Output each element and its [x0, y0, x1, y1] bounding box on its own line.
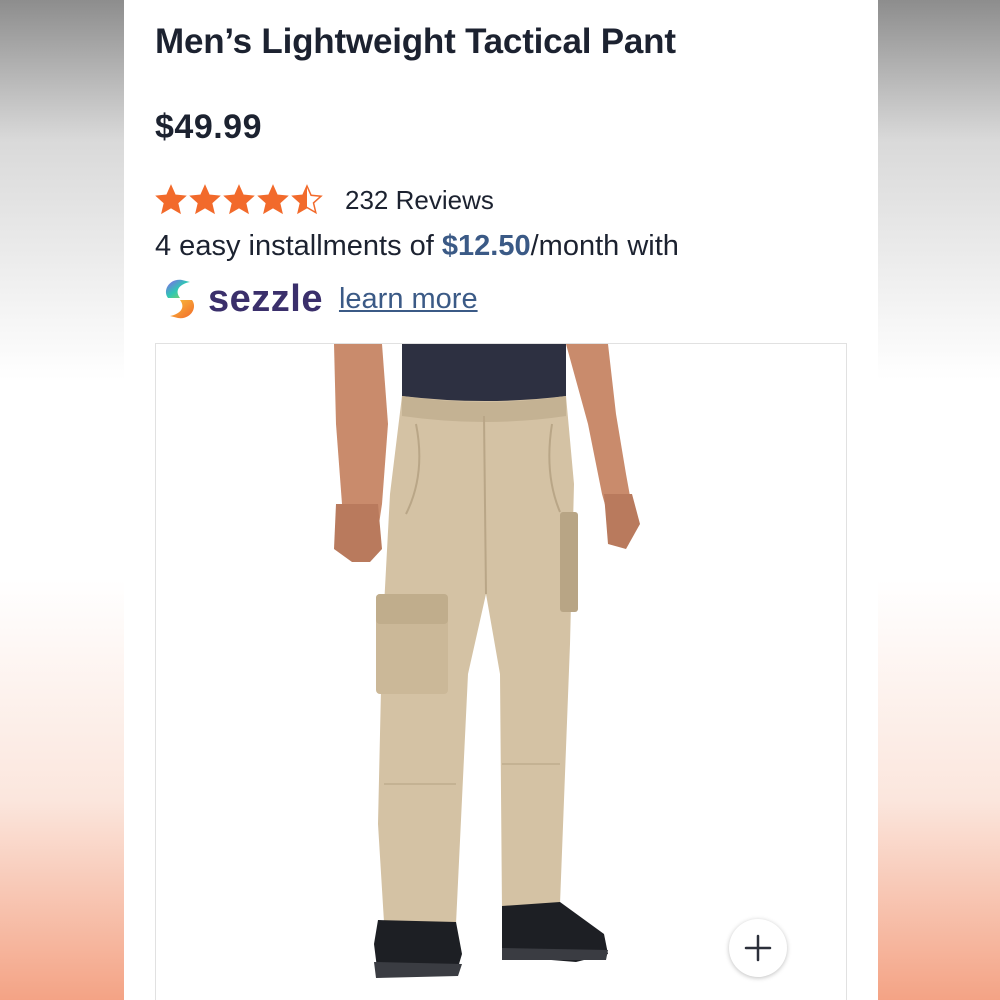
star-icon	[257, 184, 289, 216]
zoom-button[interactable]	[729, 919, 787, 977]
rating-row: 232 Reviews	[155, 180, 494, 220]
product-price: $49.99	[155, 108, 262, 146]
star-icon	[223, 184, 255, 216]
plus-icon	[744, 934, 772, 962]
star-rating	[155, 184, 323, 216]
sezzle-wordmark: sezzle	[208, 277, 323, 320]
learn-more-link[interactable]: learn more	[339, 283, 478, 316]
sezzle-logo: sezzle	[160, 276, 323, 322]
star-icon	[155, 184, 187, 216]
installment-amount: $12.50	[441, 230, 531, 262]
star-icon	[189, 184, 221, 216]
sezzle-mark-icon	[165, 279, 195, 319]
star-icon	[291, 184, 323, 216]
product-image-tactical-pant	[334, 344, 640, 978]
background-left	[0, 0, 124, 1000]
product-card: Men’s Lightweight Tactical Pant $49.99 2…	[124, 0, 878, 1000]
installments-suffix: /month with	[530, 230, 679, 262]
sezzle-row: sezzle learn more	[160, 274, 478, 324]
product-title: Men’s Lightweight Tactical Pant	[155, 22, 676, 61]
product-image-frame[interactable]	[155, 343, 847, 1000]
installments-text: 4 easy installments of $12.50/month with	[155, 230, 679, 263]
background-right	[876, 0, 1000, 1000]
review-count[interactable]: 232 Reviews	[345, 185, 494, 216]
installments-prefix: 4 easy installments of	[155, 230, 442, 262]
